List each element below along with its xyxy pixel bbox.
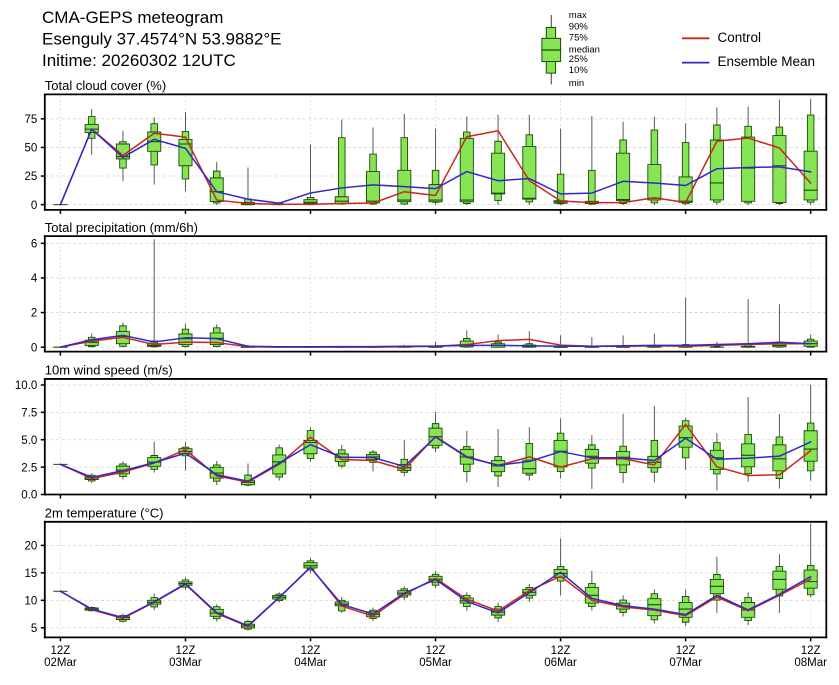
- svg-text:75: 75: [25, 114, 38, 126]
- svg-text:max: max: [569, 10, 587, 21]
- svg-text:0: 0: [31, 342, 37, 354]
- svg-text:6: 6: [31, 239, 37, 251]
- svg-text:Total cloud cover (%): Total cloud cover (%): [45, 78, 166, 93]
- svg-text:25%: 25%: [569, 54, 589, 65]
- svg-text:10.0: 10.0: [15, 380, 37, 392]
- svg-text:10%: 10%: [569, 65, 589, 76]
- svg-text:4: 4: [31, 273, 38, 285]
- svg-text:08Mar: 08Mar: [794, 657, 827, 669]
- svg-text:12Z: 12Z: [551, 645, 571, 657]
- svg-text:5: 5: [31, 623, 37, 635]
- svg-text:Esenguly 37.4574°N 53.9882°E: Esenguly 37.4574°N 53.9882°E: [42, 29, 282, 48]
- svg-text:50: 50: [25, 143, 38, 155]
- svg-text:05Mar: 05Mar: [419, 657, 452, 669]
- svg-text:2.5: 2.5: [21, 462, 37, 474]
- svg-text:2: 2: [31, 308, 37, 320]
- svg-text:CMA-GEPS meteogram: CMA-GEPS meteogram: [42, 8, 223, 27]
- svg-text:12Z: 12Z: [426, 645, 446, 657]
- svg-text:7.5: 7.5: [21, 408, 37, 420]
- svg-text:90%: 90%: [569, 21, 589, 32]
- svg-text:02Mar: 02Mar: [44, 657, 77, 669]
- svg-text:2m temperature (°C): 2m temperature (°C): [45, 506, 164, 521]
- svg-text:12Z: 12Z: [301, 645, 321, 657]
- svg-text:12Z: 12Z: [676, 645, 696, 657]
- svg-text:0.0: 0.0: [21, 490, 37, 502]
- svg-text:5.0: 5.0: [21, 435, 37, 447]
- svg-text:15: 15: [25, 568, 38, 580]
- svg-text:0: 0: [31, 200, 37, 212]
- svg-text:12Z: 12Z: [801, 645, 821, 657]
- svg-text:12Z: 12Z: [176, 645, 196, 657]
- svg-text:12Z: 12Z: [51, 645, 71, 657]
- svg-text:25: 25: [25, 171, 38, 183]
- svg-text:Total precipitation (mm/6h): Total precipitation (mm/6h): [45, 220, 198, 235]
- svg-text:75%: 75%: [569, 32, 589, 43]
- svg-text:10: 10: [25, 595, 38, 607]
- svg-text:Initime: 20260302 12UTC: Initime: 20260302 12UTC: [42, 51, 236, 70]
- svg-text:min: min: [569, 78, 584, 89]
- svg-text:10m wind speed (m/s): 10m wind speed (m/s): [45, 363, 173, 378]
- svg-text:20: 20: [25, 541, 38, 553]
- svg-text:07Mar: 07Mar: [669, 657, 702, 669]
- svg-text:Ensemble Mean: Ensemble Mean: [718, 54, 816, 69]
- svg-text:06Mar: 06Mar: [544, 657, 577, 669]
- svg-text:04Mar: 04Mar: [294, 657, 327, 669]
- svg-text:Control: Control: [718, 30, 762, 45]
- svg-text:03Mar: 03Mar: [169, 657, 202, 669]
